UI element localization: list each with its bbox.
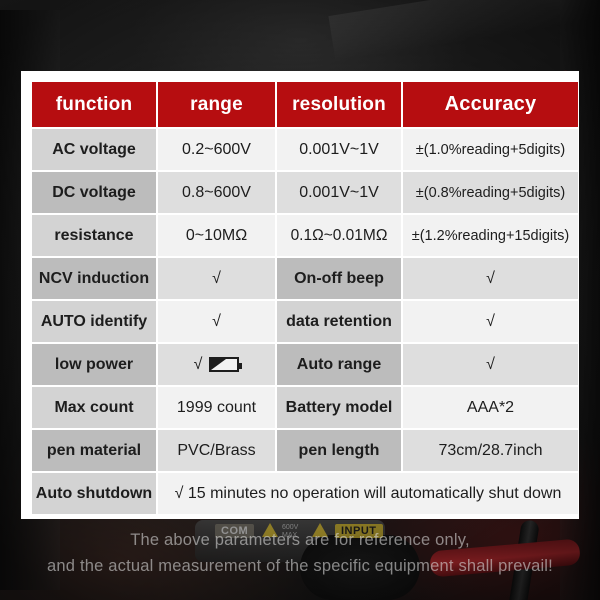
low-power-indicator: √ xyxy=(161,356,272,374)
cell-accuracy-resistance: ±(1.2%reading+15digits) xyxy=(403,215,578,256)
cell-range-low-power: √ xyxy=(158,344,275,385)
voltage-warning-line2: MAX xyxy=(282,532,298,539)
cell-range-ncv-induction: √ xyxy=(158,258,275,299)
cell-accuracy-dc-voltage: ±(0.8%reading+5digits) xyxy=(403,172,578,213)
input-port-label: INPUT xyxy=(335,524,383,538)
warning-triangle-icon-2 xyxy=(312,523,328,537)
low-battery-icon xyxy=(209,357,243,372)
table-header-row: function range resolution Accuracy xyxy=(32,82,578,127)
cell-accuracy-on-off-beep: √ xyxy=(403,258,578,299)
table-header: function range resolution Accuracy xyxy=(32,82,578,127)
cell-function-low-power: low power xyxy=(32,344,156,385)
cell-function-ac-voltage: AC voltage xyxy=(32,129,156,170)
cell-accuracy-data-retention: √ xyxy=(403,301,578,342)
table-row: low power √ Auto range √ xyxy=(32,344,578,385)
cell-resolution-auto-range: Auto range xyxy=(277,344,401,385)
check-mark-glyph: √ xyxy=(193,355,203,373)
cell-function-dc-voltage: DC voltage xyxy=(32,172,156,213)
cell-range-ac-voltage: 0.2~600V xyxy=(158,129,275,170)
cell-accuracy-ac-voltage: ±(1.0%reading+5digits) xyxy=(403,129,578,170)
table-row: pen material PVC/Brass pen length 73cm/2… xyxy=(32,430,578,471)
table-body: AC voltage 0.2~600V 0.001V~1V ±(1.0%read… xyxy=(32,129,578,514)
column-header-function: function xyxy=(32,82,156,127)
multimeter-shadow xyxy=(300,535,420,600)
table-row: Max count 1999 count Battery model AAA*2 xyxy=(32,387,578,428)
cell-range-resistance: 0~10MΩ xyxy=(158,215,275,256)
table-row: DC voltage 0.8~600V 0.001V~1V ±(0.8%read… xyxy=(32,172,578,213)
cell-function-ncv-induction: NCV induction xyxy=(32,258,156,299)
cell-function-pen-material: pen material xyxy=(32,430,156,471)
table-row-auto-shutdown: Auto shutdown √ 15 minutes no operation … xyxy=(32,473,578,514)
cell-function-max-count: Max count xyxy=(32,387,156,428)
cell-accuracy-pen-length: 73cm/28.7inch xyxy=(403,430,578,471)
table-row: AUTO identify √ data retention √ xyxy=(32,301,578,342)
cell-range-max-count: 1999 count xyxy=(158,387,275,428)
cell-auto-shutdown-description: √ 15 minutes no operation will automatic… xyxy=(158,473,578,514)
cell-resolution-pen-length: pen length xyxy=(277,430,401,471)
cell-resolution-dc-voltage: 0.001V~1V xyxy=(277,172,401,213)
cell-resolution-on-off-beep: On-off beep xyxy=(277,258,401,299)
cell-range-dc-voltage: 0.8~600V xyxy=(158,172,275,213)
table-row: AC voltage 0.2~600V 0.001V~1V ±(1.0%read… xyxy=(32,129,578,170)
cell-function-auto-shutdown: Auto shutdown xyxy=(32,473,156,514)
specification-table-card: function range resolution Accuracy AC vo… xyxy=(21,71,579,519)
cell-resolution-ac-voltage: 0.001V~1V xyxy=(277,129,401,170)
cell-resolution-battery-model: Battery model xyxy=(277,387,401,428)
cell-resolution-resistance: 0.1Ω~0.01MΩ xyxy=(277,215,401,256)
warning-triangle-icon xyxy=(262,523,278,537)
screenshot-stage: COM 600V MAX INPUT function range resolu… xyxy=(0,0,600,600)
com-port-label: COM xyxy=(215,524,255,538)
column-header-accuracy: Accuracy xyxy=(403,82,578,127)
table-row: NCV induction √ On-off beep √ xyxy=(32,258,578,299)
cell-range-pen-material: PVC/Brass xyxy=(158,430,275,471)
cell-range-auto-identify: √ xyxy=(158,301,275,342)
voltage-warning-line1: 600V xyxy=(282,524,299,531)
cell-accuracy-battery-model: AAA*2 xyxy=(403,387,578,428)
table-row: resistance 0~10MΩ 0.1Ω~0.01MΩ ±(1.2%read… xyxy=(32,215,578,256)
column-header-range: range xyxy=(158,82,275,127)
cell-function-auto-identify: AUTO identify xyxy=(32,301,156,342)
cell-resolution-data-retention: data retention xyxy=(277,301,401,342)
column-header-resolution: resolution xyxy=(277,82,401,127)
cell-function-resistance: resistance xyxy=(32,215,156,256)
cell-accuracy-auto-range: √ xyxy=(403,344,578,385)
specification-table: function range resolution Accuracy AC vo… xyxy=(30,80,580,516)
